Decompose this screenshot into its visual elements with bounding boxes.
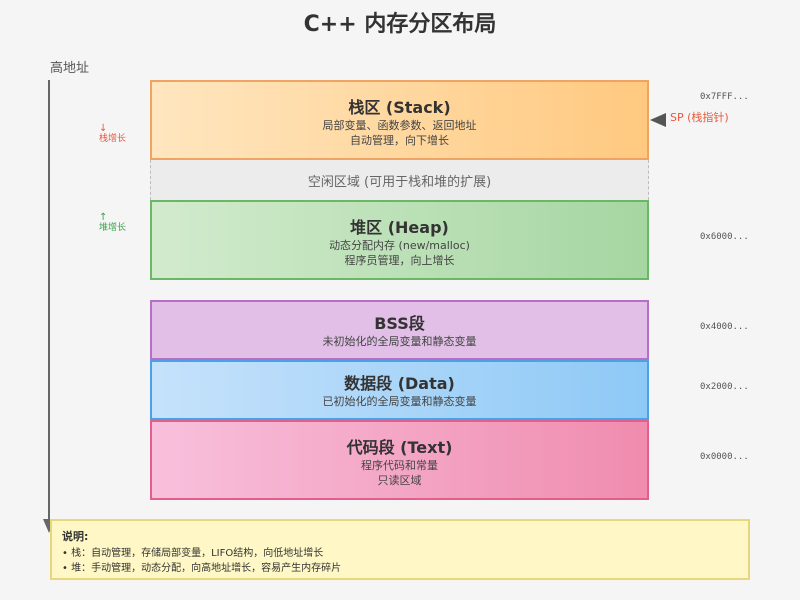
heap-growth-indicator: ↑ 堆增长 [99, 212, 127, 234]
data-segment: 数据段 (Data) 已初始化的全局变量和静态变量 [150, 360, 649, 420]
memory-layout-diagram: C++ 内存分区布局 高地址 ↓ 栈增长 ↑ 堆增长 栈区 (Stack) 局部… [0, 0, 800, 600]
address-axis-line [48, 80, 50, 520]
stack-pointer-label: SP (栈指针) [670, 111, 729, 124]
text-segment: 代码段 (Text) 程序代码和常量 只读区域 [150, 420, 649, 500]
bss-address-label: 0x4000... [700, 322, 749, 332]
stack-pointer-arrow-icon [650, 113, 666, 127]
text-address-label: 0x0000... [700, 452, 749, 462]
data-segment-desc: 已初始化的全局变量和静态变量 [322, 395, 477, 408]
bss-segment: BSS段 未初始化的全局变量和静态变量 [150, 300, 649, 360]
stack-segment: 栈区 (Stack) 局部变量、函数参数、返回地址 自动管理，向下增长 [150, 80, 649, 160]
diagram-title: C++ 内存分区布局 [303, 12, 497, 37]
data-address-label: 0x2000... [700, 382, 749, 392]
legend-item-stack: • 栈：自动管理，存储局部变量，LIFO结构，向低地址增长 [62, 548, 324, 559]
heap-segment: 堆区 (Heap) 动态分配内存 (new/malloc) 程序员管理，向上增长 [150, 200, 649, 280]
stack-segment-desc-1: 局部变量、函数参数、返回地址 [322, 119, 477, 132]
heap-segment-desc-2: 程序员管理，向上增长 [344, 254, 455, 267]
stack-growth-label: 栈增长 [99, 134, 127, 144]
text-segment-desc-2: 只读区域 [377, 474, 422, 487]
free-space-segment: 空闲区域 (可用于栈和堆的扩展) [150, 160, 649, 200]
legend-title: 说明: [62, 530, 89, 543]
text-segment-name: 代码段 (Text) [346, 438, 453, 457]
stack-segment-desc-2: 自动管理，向下增长 [350, 134, 449, 147]
heap-address-label: 0x6000... [700, 232, 749, 242]
free-space-label: 空闲区域 (可用于栈和堆的扩展) [307, 175, 492, 190]
stack-segment-name: 栈区 (Stack) [348, 98, 451, 117]
heap-segment-name: 堆区 (Heap) [350, 218, 449, 237]
up-arrow-icon: ↑ [99, 212, 108, 223]
text-segment-desc-1: 程序代码和常量 [361, 459, 438, 472]
bss-segment-desc: 未初始化的全局变量和静态变量 [322, 335, 477, 348]
bss-segment-name: BSS段 [374, 314, 425, 333]
stack-address-label: 0x7FFF... [700, 92, 749, 102]
legend-box: 说明: • 栈：自动管理，存储局部变量，LIFO结构，向低地址增长 • 堆：手动… [50, 519, 750, 580]
legend-item-heap: • 堆：手动管理，动态分配，向高地址增长，容易产生内存碎片 [62, 563, 342, 574]
data-segment-name: 数据段 (Data) [344, 374, 455, 393]
heap-segment-desc-1: 动态分配内存 (new/malloc) [329, 239, 470, 252]
down-arrow-icon: ↓ [99, 123, 108, 134]
stack-growth-indicator: ↓ 栈增长 [99, 123, 127, 145]
heap-growth-label: 堆增长 [99, 223, 127, 233]
high-address-label: 高地址 [50, 61, 90, 76]
